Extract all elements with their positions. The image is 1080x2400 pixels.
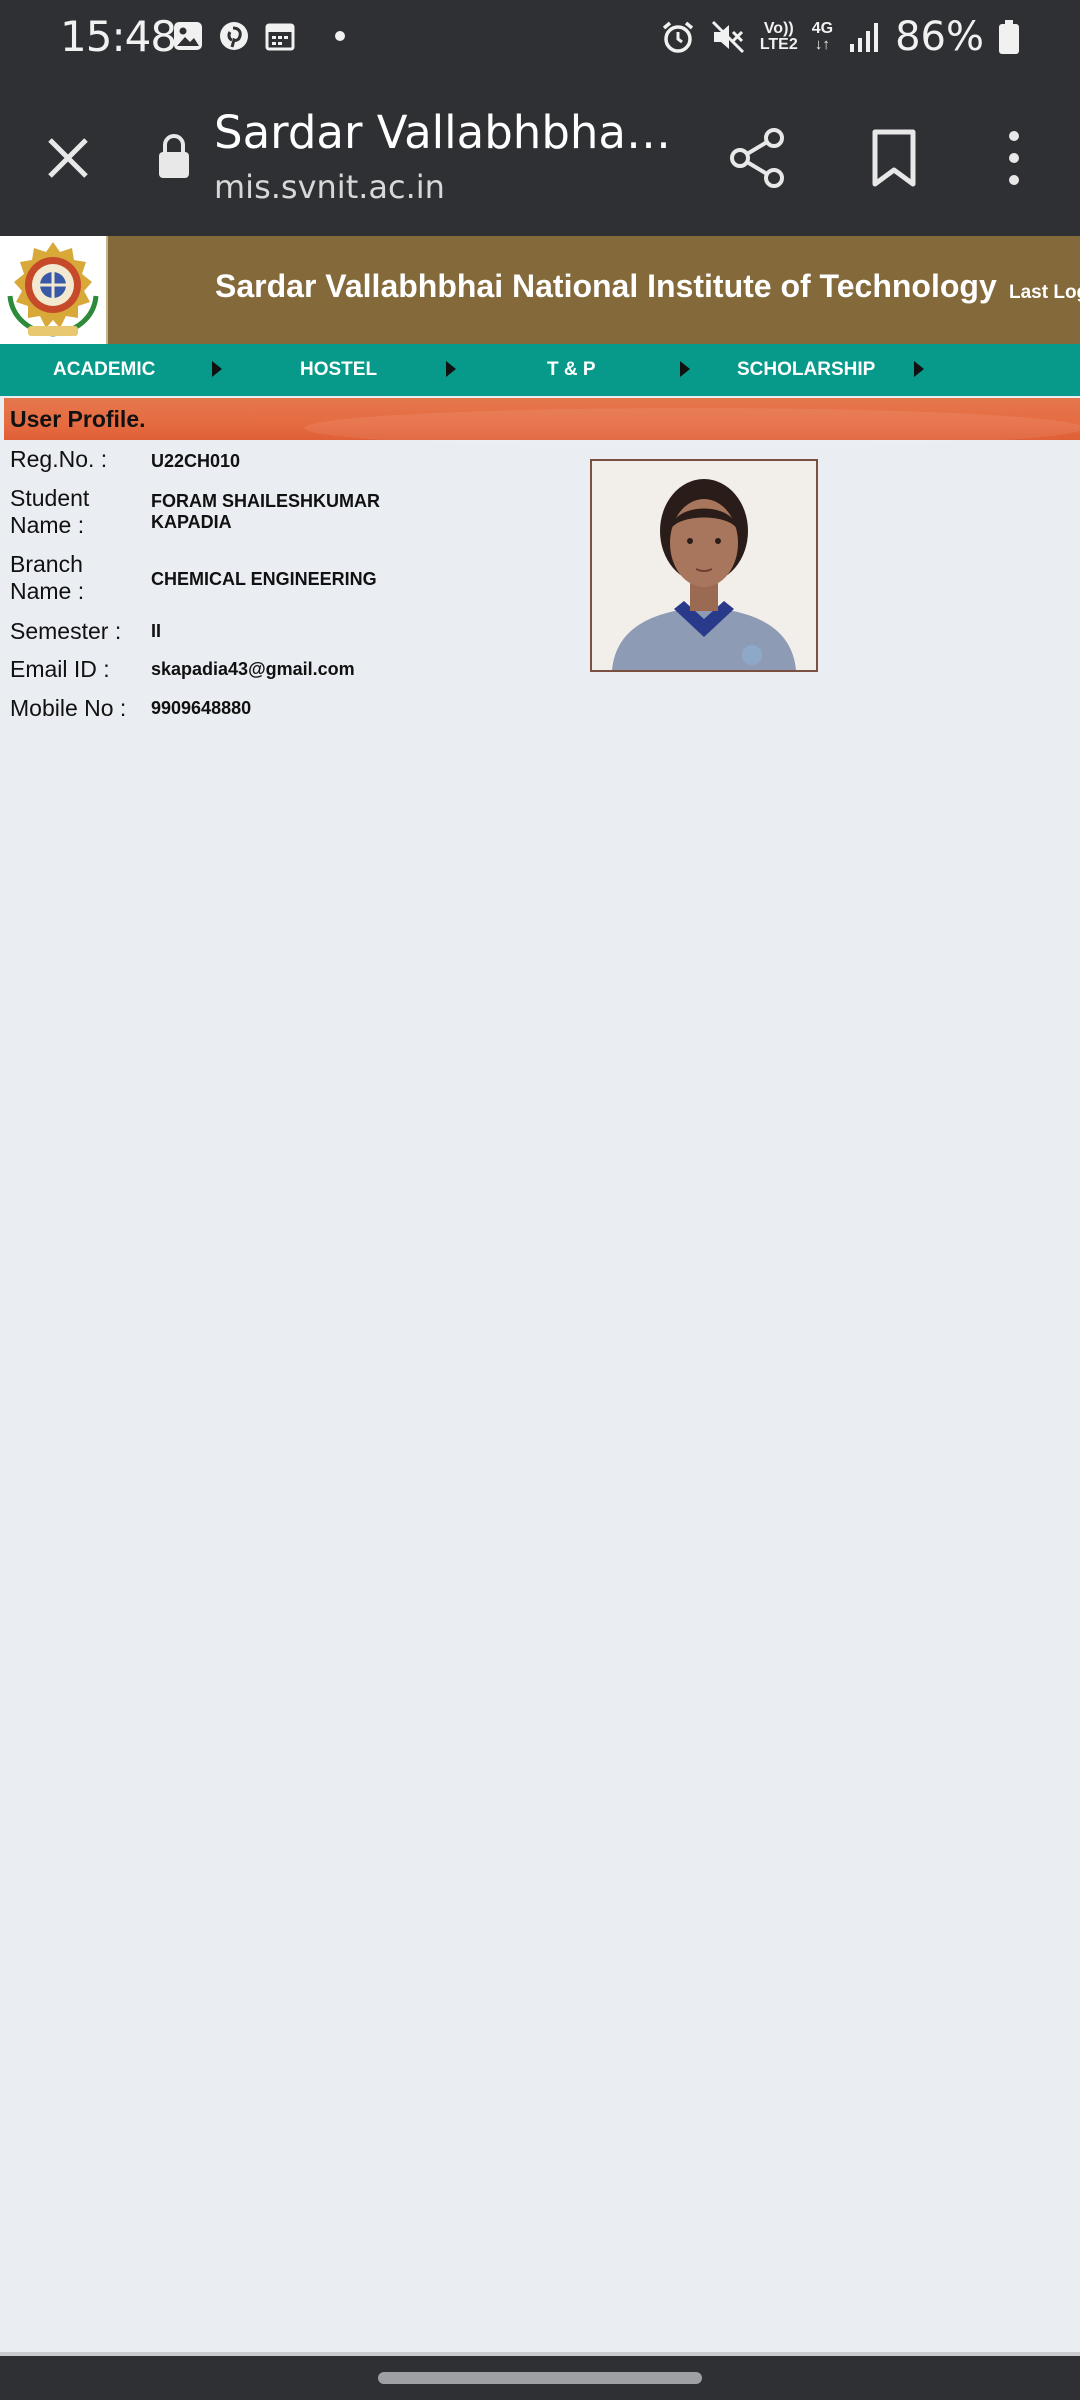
nav-hostel-arrow-icon[interactable] [446,361,456,377]
branch-name-value: CHEMICAL ENGINEERING [151,569,377,589]
student-photo [590,459,818,672]
nav-scholarship-arrow-icon[interactable] [914,361,924,377]
mobile-label: Mobile No : [10,695,127,721]
student-name-value-line2: KAPADIA [151,512,232,532]
gallery-icon [174,22,202,50]
student-name-value-line1: FORAM SHAILESHKUMAR [151,491,380,511]
volte-label: Vo)) [763,20,794,37]
4g-icon: 4G ↓↑ [811,20,834,53]
network-label: 4G [811,20,834,37]
email-value: skapadia43@gmail.com [151,659,355,679]
page-title[interactable]: Sardar Vallabhbhai N… [214,106,674,159]
institute-title: Sardar Vallabhbhai National Institute of… [215,268,997,304]
mobile-value: 9909648880 [151,698,252,718]
volte-icon: Vo)) LTE2 [760,21,798,53]
nav-hostel[interactable]: HOSTEL [300,344,377,396]
profile-banner: User Profile. [4,398,1080,448]
more-menu-icon[interactable] [1002,128,1026,188]
battery-percent: 86% [895,14,984,60]
nav-academic[interactable]: ACADEMIC [53,344,155,396]
nav-academic-arrow-icon[interactable] [212,361,222,377]
student-name-label-line2: Name : [10,512,85,538]
branch-name-label-line1: Branch [10,551,83,577]
email-label: Email ID : [10,656,110,682]
browser-toolbar: Sardar Vallabhbhai N… mis.svnit.ac.in [0,78,1080,236]
lte-label: LTE2 [759,36,798,53]
home-gesture-bar[interactable] [378,2372,702,2384]
main-nav: ACADEMIC HOSTEL T & P SCHOLARSHIP [0,344,1080,396]
dot-icon [335,31,345,41]
notification-icons [172,20,356,52]
branch-name-label-line2: Name : [10,578,85,604]
close-icon[interactable] [40,130,96,186]
student-name-label-line1: Student [10,485,90,511]
reg-no-value: U22CH010 [151,451,241,471]
institute-logo [0,236,108,344]
nav-scholarship[interactable]: SCHOLARSHIP [737,344,875,396]
share-icon[interactable] [728,126,788,190]
last-login-text: Last Log [1009,282,1080,303]
site-header: Sardar Vallabhbhai National Institute of… [0,236,1080,344]
status-time: 15:48 [60,12,177,61]
lock-icon[interactable] [156,132,192,180]
nav-tp-arrow-icon[interactable] [680,361,690,377]
alarm-icon [662,21,693,53]
system-nav-bar [0,2356,1080,2400]
semester-value: II [151,621,162,641]
system-icons: Vo)) LTE2 4G ↓↑ 86% [660,14,1020,60]
status-bar: 15:48 Vo)) LTE2 4G ↓↑ 86% [0,0,1080,78]
bookmark-icon[interactable] [870,128,918,188]
signal-icon [850,23,879,52]
semester-label: Semester : [10,618,122,644]
mute-icon [711,20,744,54]
reg-no-label: Reg.No. : [10,446,108,472]
profile-heading: User Profile. [10,406,146,432]
url-text[interactable]: mis.svnit.ac.in [214,168,445,206]
nav-tp[interactable]: T & P [547,344,596,396]
calendar-icon [265,23,295,51]
battery-icon [999,20,1019,54]
pinterest-icon [220,22,248,50]
